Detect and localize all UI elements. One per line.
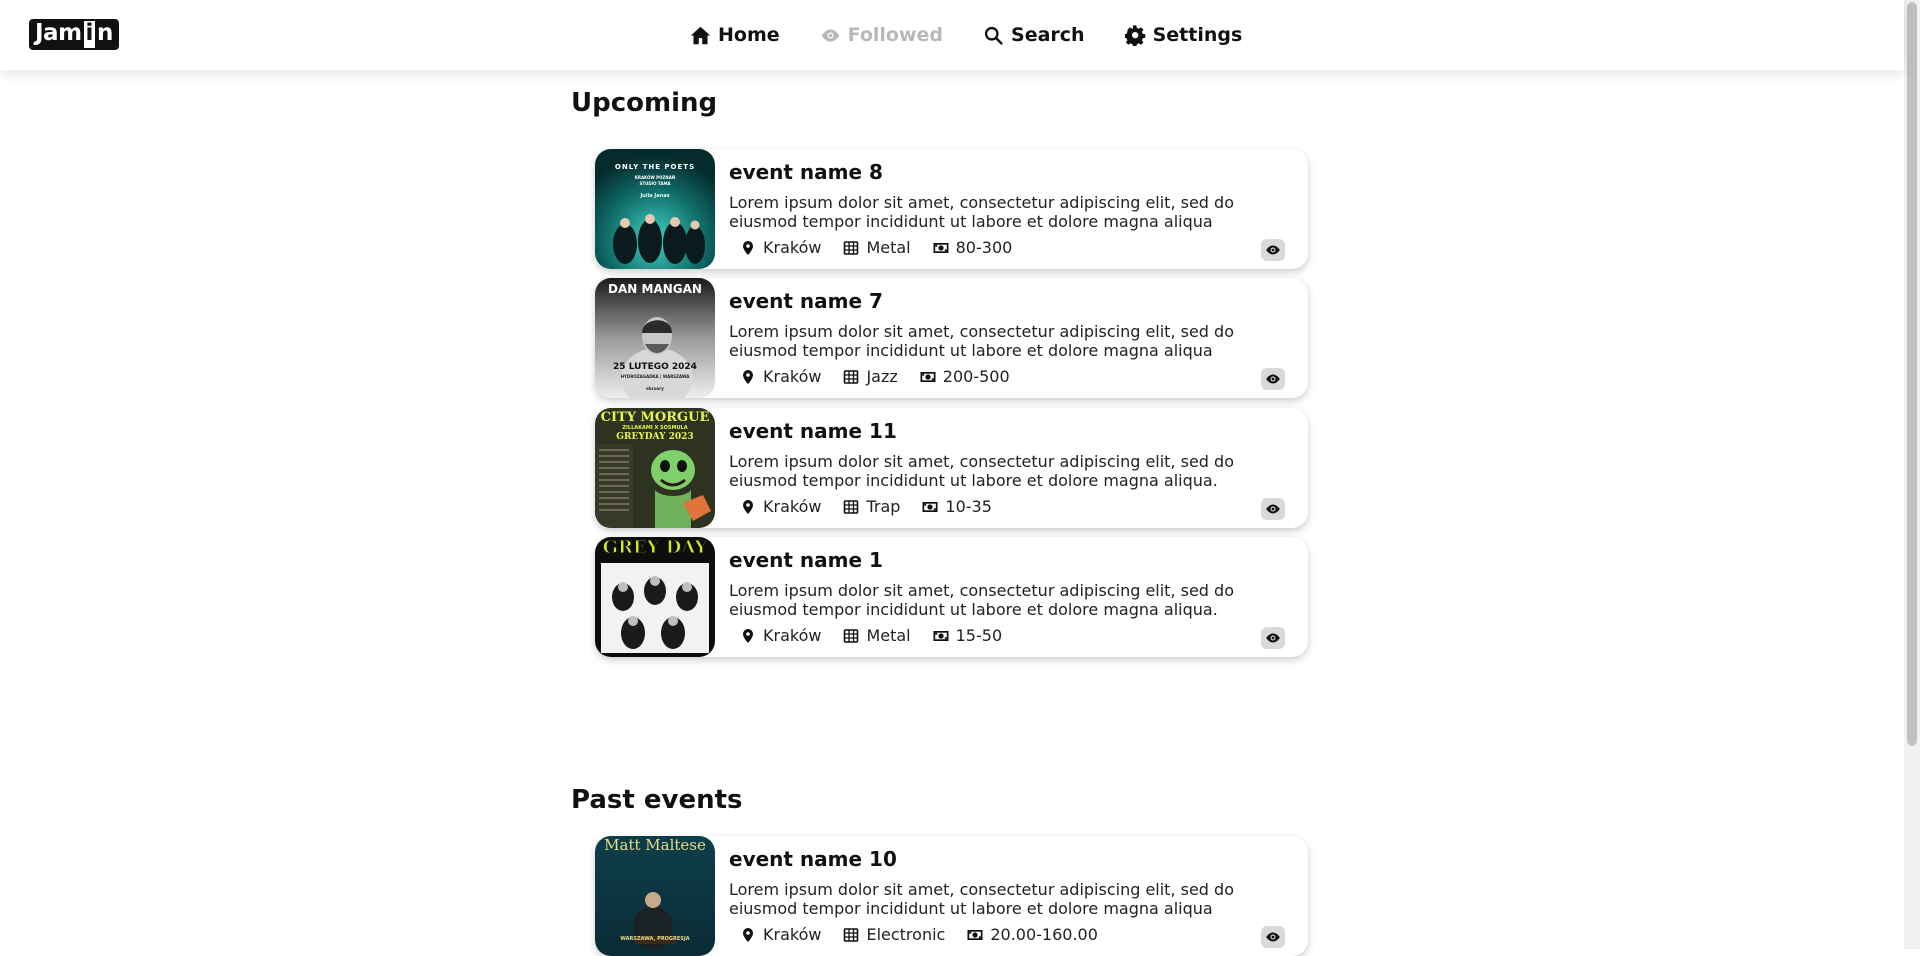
home-icon	[690, 26, 711, 44]
map-pin-icon	[743, 927, 753, 942]
past-events-heading: Past events	[571, 785, 743, 815]
eye-icon	[1266, 374, 1280, 384]
event-title[interactable]: event name 1	[729, 548, 883, 572]
event-meta: Kraków Metal 80-300	[740, 238, 1012, 257]
event-poster[interactable]: ONLY THE POETS KRAKÓW POZNAŃ STUDIO TAMA…	[595, 149, 715, 269]
event-price: 200-500	[920, 367, 1010, 386]
event-poster[interactable]: DAN MANGAN 25 LUTEGO 2024 HYDROZAGADKA |…	[595, 278, 715, 398]
map-pin-icon	[743, 499, 753, 514]
follow-button[interactable]	[1261, 368, 1285, 390]
eye-icon	[1266, 504, 1280, 514]
money-bill-icon	[933, 242, 949, 253]
event-title[interactable]: event name 10	[729, 847, 897, 871]
gear-icon	[1124, 24, 1145, 46]
event-genre: Metal	[843, 238, 911, 257]
money-bill-icon	[967, 929, 983, 940]
nav-settings[interactable]: Settings	[1124, 24, 1242, 46]
jamin-logo[interactable]: Jam i n	[29, 19, 119, 50]
event-price: 15-50	[933, 626, 1002, 645]
table-icon	[844, 369, 859, 384]
event-genre: Jazz	[843, 367, 898, 386]
eye-icon	[821, 28, 839, 42]
event-description: Lorem ipsum dolor sit amet, consectetur …	[729, 880, 1234, 918]
event-description: Lorem ipsum dolor sit amet, consectetur …	[729, 581, 1234, 619]
top-navbar: Jam i n Home Followed Search Settings	[0, 0, 1904, 70]
main-nav: Home Followed Search Settings	[690, 0, 1242, 70]
map-pin-icon	[743, 369, 753, 384]
nav-search[interactable]: Search	[983, 24, 1085, 46]
event-description: Lorem ipsum dolor sit amet, consectetur …	[729, 452, 1234, 490]
event-poster[interactable]: CITY MORGUE ZILLAKAMI X SOSMULA GREYDAY …	[595, 408, 715, 528]
table-icon	[844, 240, 859, 255]
event-genre: Trap	[843, 497, 900, 516]
poster-image	[595, 278, 715, 398]
nav-followed[interactable]: Followed	[820, 24, 943, 46]
eye-icon	[1266, 633, 1280, 643]
money-bill-icon	[922, 501, 938, 512]
map-pin-icon	[743, 628, 753, 643]
upcoming-heading: Upcoming	[571, 88, 718, 118]
table-icon	[844, 927, 859, 942]
event-card[interactable]: CITY MORGUE ZILLAKAMI X SOSMULA GREYDAY …	[595, 408, 1308, 528]
event-card[interactable]: DAN MANGAN 25 LUTEGO 2024 HYDROZAGADKA |…	[595, 278, 1308, 398]
nav-home[interactable]: Home	[690, 24, 780, 46]
event-description: Lorem ipsum dolor sit amet, consectetur …	[729, 322, 1234, 360]
event-card[interactable]: Matt Maltese WARSZAWA, PROGRESJA event n…	[595, 836, 1308, 956]
event-price: 10-35	[922, 497, 992, 516]
table-icon	[844, 499, 859, 514]
follow-button[interactable]	[1261, 498, 1285, 520]
event-poster[interactable]: GREY DAY	[595, 537, 715, 657]
event-card[interactable]: ONLY THE POETS KRAKÓW POZNAŃ STUDIO TAMA…	[595, 149, 1308, 269]
money-bill-icon	[933, 630, 949, 641]
scrollbar-thumb[interactable]	[1907, 2, 1917, 746]
eye-icon	[1266, 932, 1280, 942]
follow-button[interactable]	[1261, 627, 1285, 649]
event-genre: Metal	[843, 626, 911, 645]
event-location: Kraków	[740, 238, 821, 257]
follow-button[interactable]	[1261, 239, 1285, 261]
event-card[interactable]: GREY DAY event name 1 Lorem ipsum dolor …	[595, 537, 1308, 657]
event-location: Kraków	[740, 497, 821, 516]
event-price: 20.00-160.00	[967, 925, 1098, 944]
table-icon	[844, 628, 859, 643]
event-title[interactable]: event name 11	[729, 419, 897, 443]
search-icon	[984, 26, 1003, 45]
event-price: 80-300	[933, 238, 1012, 257]
event-meta: Kraków Metal 15-50	[740, 626, 1002, 645]
event-meta: Kraków Jazz 200-500	[740, 367, 1010, 386]
event-title[interactable]: event name 7	[729, 289, 883, 313]
event-poster[interactable]: Matt Maltese WARSZAWA, PROGRESJA	[595, 836, 715, 956]
follow-button[interactable]	[1261, 926, 1285, 948]
event-location: Kraków	[740, 925, 821, 944]
page-scrollbar[interactable]	[1904, 0, 1920, 949]
map-pin-icon	[743, 240, 753, 255]
event-description: Lorem ipsum dolor sit amet, consectetur …	[729, 193, 1234, 231]
money-bill-icon	[920, 371, 936, 382]
eye-icon	[1266, 245, 1280, 255]
event-title[interactable]: event name 8	[729, 160, 883, 184]
event-meta: Kraków Electronic 20.00-160.00	[740, 925, 1098, 944]
event-location: Kraków	[740, 367, 821, 386]
event-meta: Kraków Trap 10-35	[740, 497, 992, 516]
event-genre: Electronic	[843, 925, 945, 944]
event-location: Kraków	[740, 626, 821, 645]
